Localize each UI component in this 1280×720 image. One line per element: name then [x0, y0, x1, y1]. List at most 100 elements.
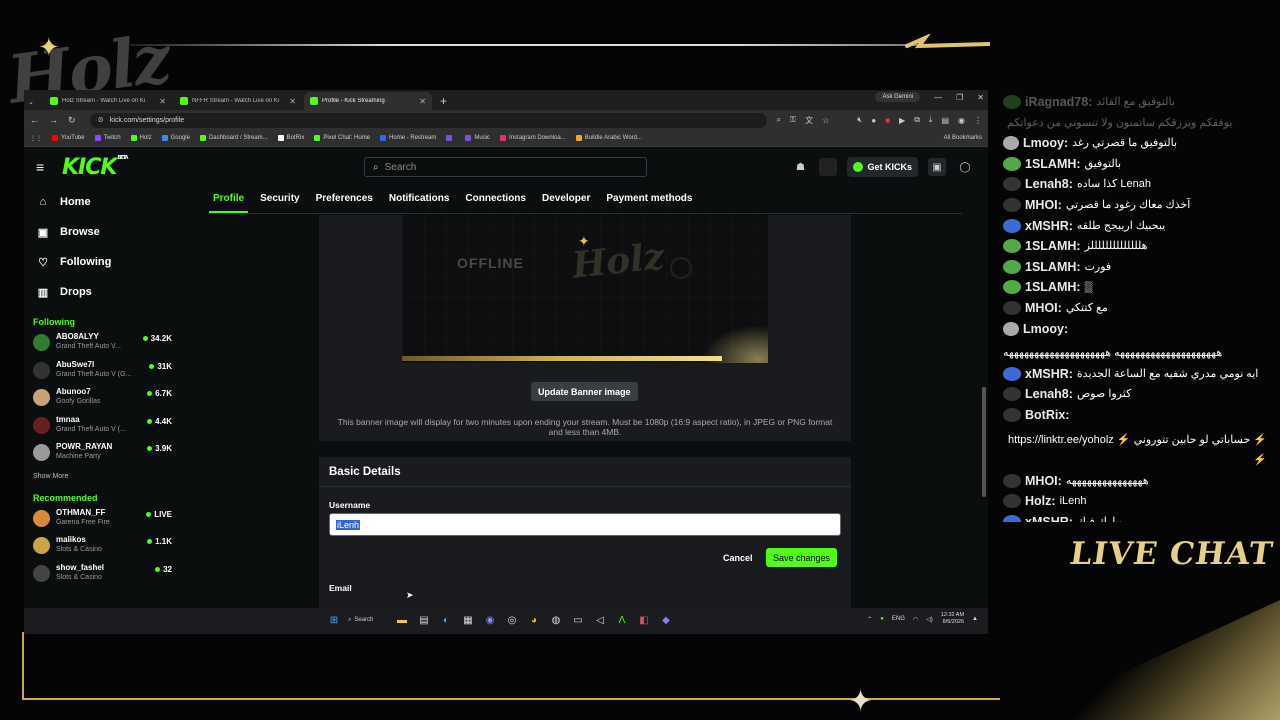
extension-icon[interactable]: ● — [871, 116, 876, 125]
hamburger-menu-icon[interactable]: ≡ — [36, 159, 56, 175]
tab-payment-methods[interactable]: Payment methods — [602, 187, 696, 213]
search-input[interactable]: ⌕ Search — [364, 157, 647, 177]
channel-item[interactable]: Abunoo7 Goofy Gorillas 6.7K — [24, 386, 184, 414]
windows-start-icon[interactable]: ⊞ — [326, 612, 342, 628]
cancel-button[interactable]: Cancel — [717, 548, 759, 567]
bookmark-item[interactable]: Instagram Downloa... — [500, 135, 566, 141]
channel-item[interactable]: AbuSwe7l Grand Theft Auto V (G... 31K — [24, 359, 184, 387]
steam-icon[interactable]: ◍ — [548, 612, 564, 628]
edge-icon[interactable]: ◐ — [438, 612, 454, 628]
channel-item[interactable]: show_fashel Slots & Casino 32 — [24, 562, 184, 590]
tab-developer[interactable]: Developer — [538, 187, 594, 213]
maximize-icon[interactable]: ❐ — [956, 93, 963, 102]
app-icon[interactable]: ▭ — [570, 612, 586, 628]
back-icon[interactable]: ← — [30, 115, 39, 125]
channel-item[interactable]: OTHMAN_FF Garena Free Fire LIVE — [24, 507, 184, 535]
volume-icon[interactable]: ◁) — [926, 616, 933, 623]
minimize-icon[interactable]: — — [934, 93, 942, 102]
download-icon[interactable]: ⤓ — [929, 115, 933, 125]
channel-item[interactable]: ABO8ALYY Grand Theft Auto V... 34.2K — [24, 331, 184, 359]
get-kicks-button[interactable]: Get KICKs — [847, 157, 918, 177]
tab-preferences[interactable]: Preferences — [312, 187, 377, 213]
url-field[interactable]: ⚙ kick.com/settings/profile — [89, 112, 767, 128]
wifi-icon[interactable]: ◠ — [913, 616, 918, 623]
app-icon[interactable]: ▦ — [460, 612, 476, 628]
language-indicator[interactable]: ENG — [892, 616, 905, 622]
browser-tab[interactable]: Holz Stream - Watch Live on Ki ✕ — [44, 92, 172, 110]
apps-grid-icon[interactable]: ⋮⋮ — [30, 135, 42, 142]
chat-bubble-icon[interactable]: ◯ — [956, 158, 974, 176]
channel-item[interactable]: POWR_RAYAN Machine Party 3.9K — [24, 441, 184, 469]
bookmark-item[interactable]: Pixel Chat: Home — [314, 135, 370, 141]
ask-gemini-button[interactable]: Ask Gemini — [875, 92, 921, 102]
sidebar-item-browse[interactable]: ▣ Browse — [24, 217, 184, 247]
chat-message: xMSHR: يبارك فيك — [995, 512, 1275, 522]
bookmark-item[interactable]: Home - Restream — [380, 135, 436, 141]
scrollbar[interactable] — [982, 387, 986, 497]
save-changes-button[interactable]: Save changes — [766, 548, 838, 567]
username-field[interactable]: iLenh — [329, 513, 841, 536]
kick-logo[interactable]: KICKBETA — [62, 155, 129, 180]
close-tab-icon[interactable]: ✕ — [159, 97, 166, 106]
new-tab-icon[interactable]: + — [440, 92, 447, 110]
sidebar-icon[interactable]: ▤ — [941, 116, 949, 125]
bookmark-star-icon[interactable]: ☆ — [822, 116, 829, 125]
forward-icon[interactable]: → — [49, 115, 58, 125]
sidebar-item-following[interactable]: ♡ Following — [24, 247, 184, 277]
profile-avatar-icon[interactable]: ◉ — [958, 116, 965, 125]
tray-chevron-icon[interactable]: ⌃ — [867, 616, 872, 623]
store-icon[interactable]: ▤ — [416, 612, 432, 628]
close-tab-icon[interactable]: ✕ — [419, 97, 426, 106]
update-banner-button[interactable]: Update Banner image — [531, 382, 638, 401]
browser-tab[interactable]: NFFR Stream - Watch Live on Ki ✕ — [174, 92, 302, 110]
menu-kebab-icon[interactable]: ⋮ — [974, 116, 982, 125]
close-window-icon[interactable]: ✕ — [977, 93, 984, 102]
tab-security[interactable]: Security — [256, 187, 303, 213]
zoom-icon[interactable]: ⌕ — [777, 115, 781, 125]
app-icon[interactable]: ◆ — [658, 612, 674, 628]
ghost-icon[interactable]: ☗ — [791, 158, 809, 176]
bookmark-item[interactable]: Music — [465, 135, 490, 141]
tab-notifications[interactable]: Notifications — [385, 187, 454, 213]
bookmark-item[interactable]: Google — [161, 135, 190, 141]
site-info-icon[interactable]: ⚙ — [98, 116, 104, 124]
notification-icon[interactable]: ▲ — [972, 616, 978, 622]
app-icon[interactable]: Λ — [614, 612, 630, 628]
tab-search-icon[interactable]: ⌄ — [28, 98, 44, 106]
channel-item[interactable]: tmnaa Grand Theft Auto V (... 4.4K — [24, 414, 184, 442]
mute-tab-icon[interactable]: 🔇︎ — [857, 115, 862, 125]
app-icon[interactable]: ◧ — [636, 612, 652, 628]
extensions-puzzle-icon[interactable]: ⧉ — [914, 115, 920, 125]
taskbar-search[interactable]: ⌕ Search — [348, 612, 388, 628]
file-explorer-icon[interactable]: ▬ — [394, 612, 410, 628]
app-icon[interactable]: ◁ — [592, 612, 608, 628]
bookmark-item[interactable]: Buildle Arabic Word... — [575, 135, 642, 141]
sidebar-item-drops[interactable]: ▥ Drops — [24, 277, 184, 307]
show-more-button[interactable]: Show More — [24, 473, 184, 485]
bookmark-item[interactable] — [446, 135, 455, 141]
all-bookmarks-button[interactable]: All Bookmarks — [944, 135, 982, 141]
bookmark-item[interactable]: Holz — [130, 135, 152, 141]
bookmark-item[interactable]: Dashboard / Stream... — [199, 135, 268, 141]
tab-profile[interactable]: Profile — [209, 187, 249, 213]
bookmark-item[interactable]: YouTube — [52, 135, 85, 141]
translate-icon[interactable]: 文 — [805, 115, 813, 126]
bookmark-item[interactable]: BotRix — [277, 135, 304, 141]
dashboard-icon[interactable]: ▣ — [928, 158, 946, 176]
close-tab-icon[interactable]: ✕ — [289, 97, 296, 106]
password-key-icon[interactable]: ⚿ — [790, 115, 796, 125]
extension-icon[interactable]: ■ — [885, 116, 890, 125]
tab-connections[interactable]: Connections — [461, 187, 530, 213]
obs-icon[interactable]: ◎ — [504, 612, 520, 628]
discord-icon[interactable]: ◉ — [482, 612, 498, 628]
chrome-icon[interactable]: ◕ — [526, 612, 542, 628]
browser-tab-active[interactable]: Profile - Kick Streaming ✕ — [304, 92, 432, 110]
channel-item[interactable]: malikos Slots & Casino 1.1K — [24, 534, 184, 562]
reload-icon[interactable]: ↻ — [68, 115, 76, 126]
mic-icon[interactable]: ● — [880, 616, 884, 622]
sidebar-item-home[interactable]: ⌂ Home — [24, 187, 184, 217]
extension-icon[interactable]: ▶ — [899, 116, 905, 125]
taskbar-clock[interactable]: 12:32 AM 8/6/2026 — [941, 612, 964, 626]
bookmark-item[interactable]: Twitch — [94, 135, 121, 141]
user-avatar[interactable] — [819, 158, 838, 176]
